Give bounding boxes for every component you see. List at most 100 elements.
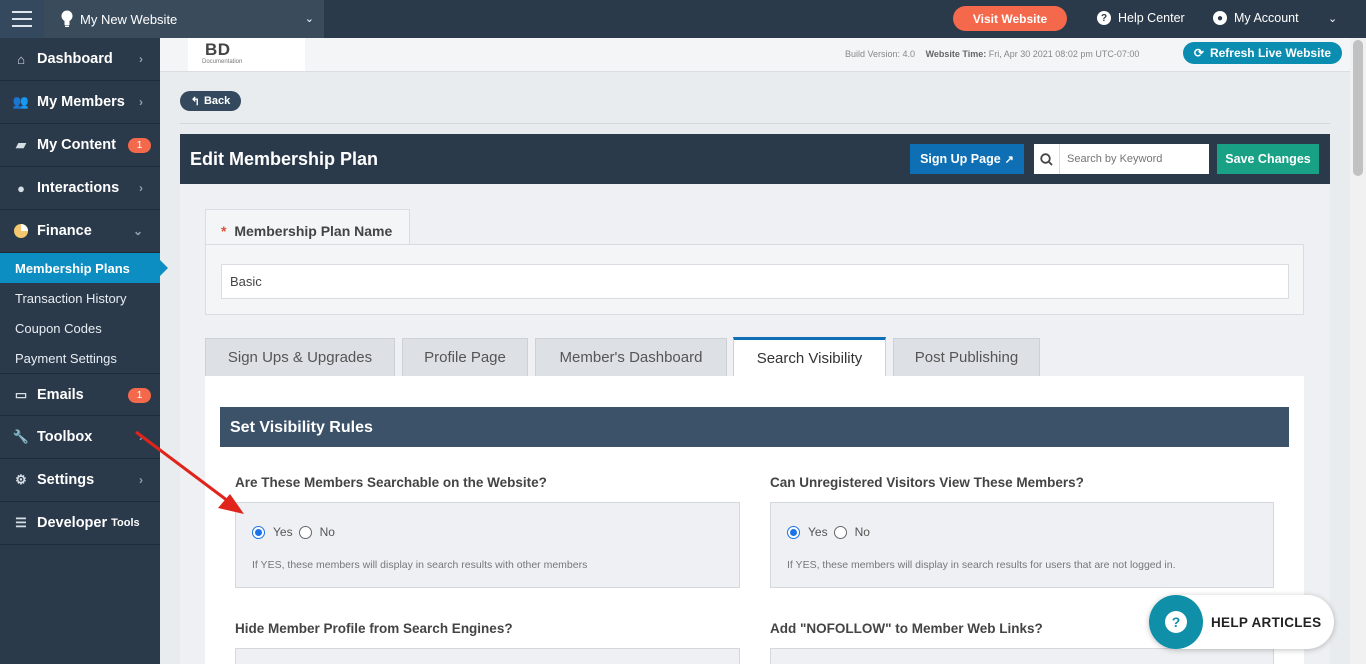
chevron-down-icon: ⌄	[132, 224, 143, 238]
refresh-label: Refresh Live Website	[1209, 46, 1332, 60]
back-label: Back	[203, 95, 231, 107]
sidebar-subitem-coupon-codes[interactable]: Coupon Codes	[0, 313, 160, 343]
sidebar-item-interactions[interactable]: ● Interactions ›	[0, 167, 160, 210]
sidebar-item-label: Toolbox	[37, 429, 93, 445]
sign-up-page-label: Sign Up Page	[920, 152, 1001, 166]
help-text: If YES, these members will display in se…	[787, 559, 1176, 571]
sidebar: ⌂ Dashboard › 👥 My Members › ▰ My Conten…	[0, 38, 168, 664]
sidebar-subitem-payment-settings[interactable]: Payment Settings	[0, 343, 160, 373]
sidebar-item-my-content[interactable]: ▰ My Content 1	[0, 124, 160, 167]
users-icon: 👥	[12, 94, 30, 109]
sidebar-item-finance[interactable]: Finance ⌄	[0, 210, 160, 253]
unregistered-no-radio[interactable]	[833, 525, 847, 539]
external-link-icon: ↗	[1004, 153, 1014, 166]
sidebar-item-label: Interactions	[37, 180, 120, 196]
count-badge: 1	[128, 388, 151, 403]
save-changes-button[interactable]: Save Changes	[1217, 144, 1319, 174]
page-scrollbar[interactable]	[1350, 38, 1366, 664]
searchable-option-box: Yes No If YES, these members will displa…	[235, 502, 740, 588]
website-selector[interactable]: My New Website ⌄	[44, 0, 324, 38]
sidebar-item-emails[interactable]: ▭ Emails 1	[0, 373, 160, 416]
back-button[interactable]: ↰ Back	[180, 91, 241, 111]
plan-name-input[interactable]	[221, 264, 1289, 299]
radio-label: Yes	[273, 525, 293, 539]
question-icon: ?	[1165, 611, 1187, 633]
search-input[interactable]	[1060, 153, 1200, 165]
plan-name-section	[205, 244, 1304, 315]
sidebar-item-label: My Members	[37, 94, 125, 110]
help-circle: ?	[1149, 595, 1203, 649]
unregistered-yes-radio[interactable]	[787, 525, 800, 539]
sidebar-item-developer-tools[interactable]: ☰ Developer Tools	[0, 502, 160, 545]
my-account-menu[interactable]: ● My Account	[1213, 11, 1299, 25]
chevron-right-icon: ›	[139, 181, 143, 195]
chevron-right-icon: ›	[139, 430, 143, 444]
help-center-link[interactable]: ? Help Center	[1097, 11, 1185, 25]
section-heading: Set Visibility Rules	[220, 407, 1289, 447]
searchable-no-radio[interactable]	[298, 525, 312, 539]
hide-from-search-engines-option-box	[235, 648, 740, 664]
tab-post-publishing[interactable]: Post Publishing	[893, 338, 1040, 376]
chat-icon: ●	[17, 180, 25, 196]
home-icon: ⌂	[17, 51, 25, 67]
sidebar-item-sublabel: Tools	[111, 517, 140, 529]
user-circle-icon: ●	[1213, 11, 1227, 25]
unregistered-radio-group: Yes No	[787, 525, 876, 539]
searchable-radio-group: Yes No	[252, 525, 341, 539]
tab-search-visibility[interactable]: Search Visibility	[733, 337, 886, 376]
nofollow-links-option-box	[770, 648, 1274, 664]
sidebar-item-dashboard[interactable]: ⌂ Dashboard ›	[0, 38, 160, 81]
sidebar-item-label: Settings	[37, 472, 95, 488]
help-articles-button[interactable]: ? HELP ARTICLES	[1149, 595, 1334, 649]
sidebar-subitem-transaction-history[interactable]: Transaction History	[0, 283, 160, 313]
sidebar-item-label: Finance	[37, 223, 92, 239]
info-bar: BD Documentation Build Version: 4.0 Webs…	[160, 38, 1350, 72]
help-center-label: Help Center	[1118, 11, 1185, 25]
folder-icon: ▰	[16, 137, 26, 152]
sidebar-item-label: Emails	[37, 386, 84, 403]
refresh-live-website-button[interactable]: ⟳ Refresh Live Website	[1183, 42, 1342, 64]
tab-members-dashboard[interactable]: Member's Dashboard	[535, 338, 727, 376]
tab-profile-page[interactable]: Profile Page	[402, 338, 528, 376]
panel-header: Edit Membership Plan Sign Up Page ↗ Save…	[180, 134, 1330, 184]
sidebar-item-settings[interactable]: ⚙ Settings ›	[0, 459, 160, 502]
sidebar-item-my-members[interactable]: 👥 My Members ›	[0, 81, 160, 124]
help-articles-label: HELP ARTICLES	[1211, 615, 1322, 630]
scrollbar-thumb[interactable]	[1353, 40, 1363, 176]
radio-label: Yes	[808, 525, 828, 539]
back-arrow-icon: ↰	[190, 95, 200, 108]
sidebar-subitem-membership-plans[interactable]: Membership Plans	[0, 253, 168, 283]
chevron-right-icon: ›	[139, 95, 143, 109]
page-title: Edit Membership Plan	[190, 149, 379, 169]
sidebar-item-label: Dashboard	[37, 51, 113, 67]
unregistered-visitors-question-label: Can Unregistered Visitors View These Mem…	[770, 475, 1084, 490]
hide-from-search-engines-label: Hide Member Profile from Search Engines?	[235, 621, 513, 636]
sign-up-page-button[interactable]: Sign Up Page ↗	[910, 144, 1024, 174]
website-name: My New Website	[80, 11, 178, 27]
chevron-down-icon: ⌄	[1328, 13, 1338, 25]
sidebar-item-label: My Content	[37, 137, 116, 153]
lightbulb-icon	[61, 10, 73, 27]
website-time: Fri, Apr 30 2021 08:02 pm UTC-07:00	[988, 49, 1140, 59]
keyword-search	[1034, 144, 1209, 174]
help-text: If YES, these members will display in se…	[252, 559, 588, 571]
build-version: Build Version: 4.0	[845, 49, 916, 59]
website-time-label: Website Time:	[925, 49, 987, 59]
nofollow-links-label: Add "NOFOLLOW" to Member Web Links?	[770, 621, 1043, 636]
searchable-yes-radio[interactable]	[252, 525, 265, 539]
site-logo[interactable]: BD Documentation	[188, 38, 305, 71]
required-marker: *	[221, 223, 227, 239]
logo-text: BD	[205, 40, 231, 59]
visit-website-button[interactable]: Visit Website	[953, 6, 1067, 31]
my-account-label: My Account	[1234, 11, 1299, 25]
menu-toggle-button[interactable]	[0, 0, 44, 38]
wrench-icon: 🔧	[12, 429, 30, 444]
radio-label: No	[319, 525, 335, 539]
tab-sign-ups-upgrades[interactable]: Sign Ups & Upgrades	[205, 338, 395, 376]
gear-icon: ⚙	[15, 472, 27, 487]
chevron-down-icon: ⌄	[304, 13, 314, 25]
pie-chart-icon	[12, 224, 30, 238]
sidebar-item-toolbox[interactable]: 🔧 Toolbox ›	[0, 416, 160, 459]
hamburger-icon	[12, 11, 32, 27]
count-badge: 1	[128, 138, 151, 153]
